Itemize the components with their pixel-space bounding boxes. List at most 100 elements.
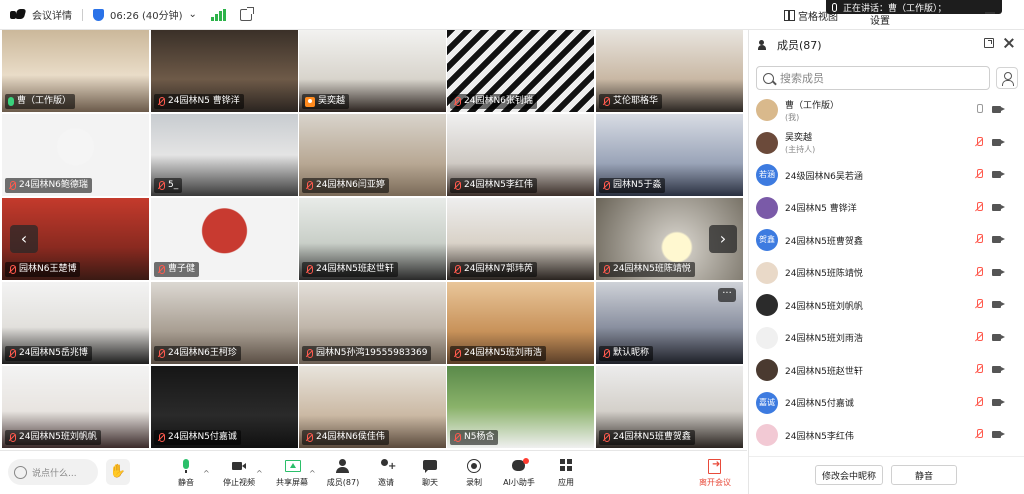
chevron-down-icon[interactable]: ⌄ [189,9,197,20]
camera-icon[interactable] [992,366,1005,373]
camera-icon[interactable] [992,106,1005,113]
meeting-info: 会议详情 06:26 (40分钟) ⌄ [0,6,254,22]
member-row[interactable]: 24园林N5班赵世轩 [749,354,1024,386]
member-row[interactable]: 曹（工作版） (我) [749,94,1024,126]
members-panel: 成员(87) 曹（工作版）(我) 吴奕越 (主持人) 若涵 24级园林N6吴若涵 24园林… [748,30,1024,494]
video-tile[interactable]: 园林N5于淼 [596,114,743,196]
camera-icon[interactable] [992,431,1005,438]
minimize-icon[interactable] [985,12,995,14]
video-tile[interactable]: 24园林N5李红伟 [447,114,594,196]
member-row[interactable]: 若涵 24级园林N6吴若涵 [749,159,1024,191]
people-icon [758,40,772,50]
mic-muted-icon[interactable] [975,169,983,180]
video-tile[interactable]: 艾伦耶格华 [596,30,743,112]
meeting-duration[interactable]: 06:26 (40分钟) [110,7,183,22]
camera-icon[interactable] [992,333,1005,341]
prev-page-button[interactable]: ‹ [10,225,38,253]
video-tile[interactable]: 5_ [151,114,298,196]
external-link-icon[interactable] [239,6,254,21]
video-tile[interactable]: 24园林N6鲍德瑞 [2,114,149,196]
chevron-up-icon[interactable]: ^ [256,469,263,478]
mic-icon [176,459,196,474]
video-tile[interactable]: 24园林N6侯佳伟 [299,366,446,448]
camera-icon[interactable] [992,171,1005,178]
video-tile[interactable]: 24园林N5班赵世轩 [299,198,446,280]
member-row[interactable]: 24园林N5 曹铧洋 [749,192,1024,224]
panel-title: 成员(87) [777,39,822,52]
mic-muted-icon[interactable] [975,331,983,343]
member-row[interactable]: 24园林N5班陈靖悦 [749,257,1024,289]
rename-button[interactable]: 修改会中昵称 [815,465,883,485]
member-row[interactable]: 24园林N5班刘帆帆 [749,289,1024,321]
video-tile[interactable]: 24园林N5班刘雨浩 [447,282,594,364]
mic-muted-icon[interactable] [975,136,983,148]
next-page-button[interactable]: › [709,225,737,253]
chevron-up-icon[interactable]: ^ [203,469,210,478]
mic-muted-icon[interactable] [975,364,983,375]
mic-muted-icon [453,349,461,358]
video-tile[interactable]: 吴奕越 [299,30,446,112]
member-row[interactable]: 24园林N5班刘雨浩 [749,322,1024,354]
member-row[interactable]: 24园林N5李红伟 [749,419,1024,451]
toolbar-apps-button[interactable]: 应用 [541,459,591,493]
participant-name: 24园林N5班刘帆帆 [19,432,97,442]
mic-muted-icon[interactable] [975,234,983,245]
leave-meeting-button[interactable]: 离开会议 [690,459,740,493]
toolbar-invite-button[interactable]: 邀请 [361,459,411,493]
mic-muted-icon[interactable] [975,396,983,408]
meeting-details-link[interactable]: 会议详情 [32,7,72,22]
mic-muted-icon [157,433,165,442]
settings-button[interactable]: 设置 [870,12,890,27]
video-tile[interactable]: 24园林N6张钊瑞 [447,30,594,112]
camera-icon[interactable] [992,138,1005,146]
toolbar-ai-button[interactable]: AI小助手 [494,458,544,493]
chevron-up-icon[interactable]: ^ [309,469,316,478]
video-tile[interactable]: 园林N5孙鸿19555983369 [299,282,446,364]
participant-name-tag: 24园林N5岳兆博 [5,346,92,361]
video-tile[interactable]: 24园林N5付嘉诚 [151,366,298,448]
member-row[interactable]: 贺鑫 24园林N5班曹贺鑫 [749,224,1024,256]
mic-muted-icon [453,97,461,106]
more-options-button[interactable]: ··· [718,288,736,302]
video-tile[interactable]: 曹子健 [151,198,298,280]
camera-icon[interactable] [992,203,1005,211]
mic-muted-icon[interactable] [975,299,983,310]
participant-name: 24园林N6鲍德瑞 [19,180,88,190]
video-tile[interactable]: 曹（工作版） [2,30,149,112]
close-icon[interactable] [1004,38,1014,48]
search-input[interactable] [780,71,960,85]
participant-name: 24园林N6张钊瑞 [464,96,533,106]
video-tile[interactable]: 24园林N7郭玮芮 [447,198,594,280]
speaking-text: 正在讲话：曹（工作版）； [843,3,947,14]
invite-member-icon[interactable] [996,67,1018,89]
member-row[interactable]: 嘉诚 24园林N5付嘉诚 [749,387,1024,419]
raise-hand-button[interactable]: ✋ [106,459,130,485]
mic-icon[interactable] [975,104,983,115]
quick-chat-input[interactable]: 说点什么... [8,459,98,485]
camera-icon[interactable] [992,236,1005,243]
shield-icon[interactable] [93,8,104,21]
video-tile[interactable]: 24园林N5班曹贺鑫 [596,366,743,448]
video-tile[interactable]: 24园林N5 曹铧洋 [151,30,298,112]
video-tile[interactable]: 24园林N6闫亚婷 [299,114,446,196]
video-tile[interactable]: 24园林N5班刘帆帆 [2,366,149,448]
video-tile[interactable]: N5杨含 [447,366,594,448]
panel-header: 成员(87) [749,30,1024,60]
mic-muted-icon[interactable] [975,201,983,213]
camera-icon[interactable] [992,398,1005,406]
video-tile[interactable]: 24园林N5岳兆博 [2,282,149,364]
mute-all-button[interactable]: 静音 [891,465,957,485]
toolbar-chat-button[interactable]: 聊天 [405,459,455,493]
camera-icon[interactable] [992,301,1005,308]
toolbar-label: 邀请 [378,478,394,487]
mic-muted-icon[interactable] [975,266,983,278]
network-signal-icon[interactable] [210,8,226,21]
pop-out-icon[interactable] [984,38,994,48]
toolbar-rec-button[interactable]: 录制 [449,459,499,493]
member-text: 24园林N5班刘帆帆 [785,299,863,312]
camera-icon[interactable] [992,268,1005,276]
member-row[interactable]: 吴奕越 (主持人) [749,127,1024,159]
emoji-icon[interactable] [14,465,27,479]
mic-muted-icon[interactable] [975,429,983,440]
video-tile[interactable]: 24园林N6王柯珍 [151,282,298,364]
